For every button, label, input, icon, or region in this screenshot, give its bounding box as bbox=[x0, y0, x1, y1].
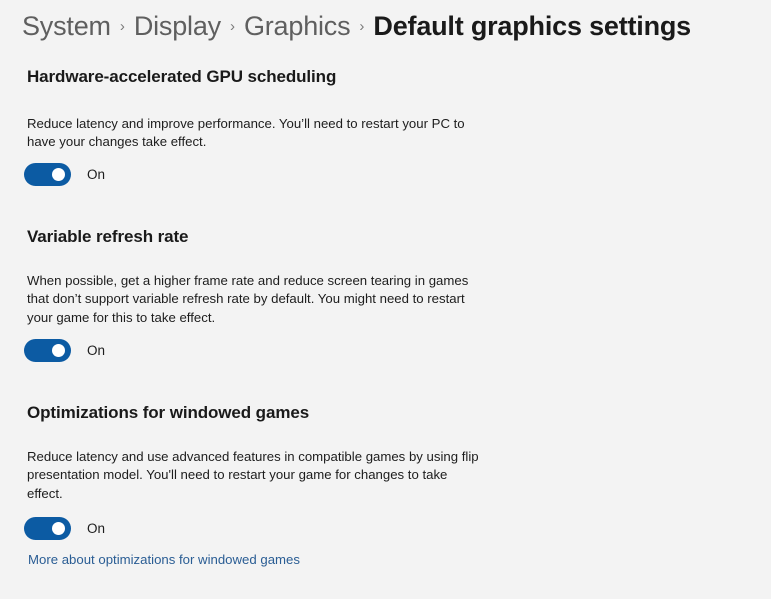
chevron-right-icon: › bbox=[359, 18, 365, 35]
link-more-about-windowed-games[interactable]: More about optimizations for windowed ga… bbox=[28, 551, 300, 569]
toggle-row-variable-refresh-rate[interactable]: On bbox=[25, 340, 105, 361]
breadcrumb-item-graphics[interactable]: Graphics bbox=[244, 6, 351, 46]
page-title: Default graphics settings bbox=[373, 11, 691, 41]
toggle-variable-refresh-rate[interactable] bbox=[25, 340, 70, 361]
chevron-right-icon: › bbox=[229, 18, 235, 35]
toggle-label-gpu-scheduling: On bbox=[87, 167, 106, 182]
chevron-right-icon: › bbox=[119, 18, 125, 35]
breadcrumb-item-system[interactable]: System bbox=[22, 6, 111, 46]
toggle-label-variable-refresh-rate: On bbox=[87, 343, 106, 358]
section-description-windowed-games: Reduce latency and use advanced features… bbox=[27, 449, 479, 501]
section-description-gpu-scheduling: Reduce latency and improve performance. … bbox=[27, 116, 465, 150]
toggle-row-gpu-scheduling[interactable]: On bbox=[25, 164, 105, 185]
toggle-label-windowed-games: On bbox=[87, 521, 106, 536]
toggle-knob-icon bbox=[52, 168, 65, 181]
section-title-windowed-games: Optimizations for windowed games bbox=[27, 403, 310, 422]
toggle-gpu-scheduling[interactable] bbox=[25, 164, 70, 185]
breadcrumb-item-display[interactable]: Display bbox=[134, 6, 221, 46]
toggle-windowed-games[interactable] bbox=[25, 518, 70, 539]
toggle-row-windowed-games[interactable]: On bbox=[25, 518, 105, 539]
toggle-knob-icon bbox=[52, 522, 65, 535]
breadcrumb: System › Display › Graphics › Default gr… bbox=[0, 0, 771, 46]
toggle-knob-icon bbox=[52, 344, 65, 357]
section-title-gpu-scheduling: Hardware-accelerated GPU scheduling bbox=[27, 67, 337, 86]
section-description-variable-refresh-rate: When possible, get a higher frame rate a… bbox=[27, 273, 469, 325]
section-title-variable-refresh-rate: Variable refresh rate bbox=[27, 227, 189, 246]
